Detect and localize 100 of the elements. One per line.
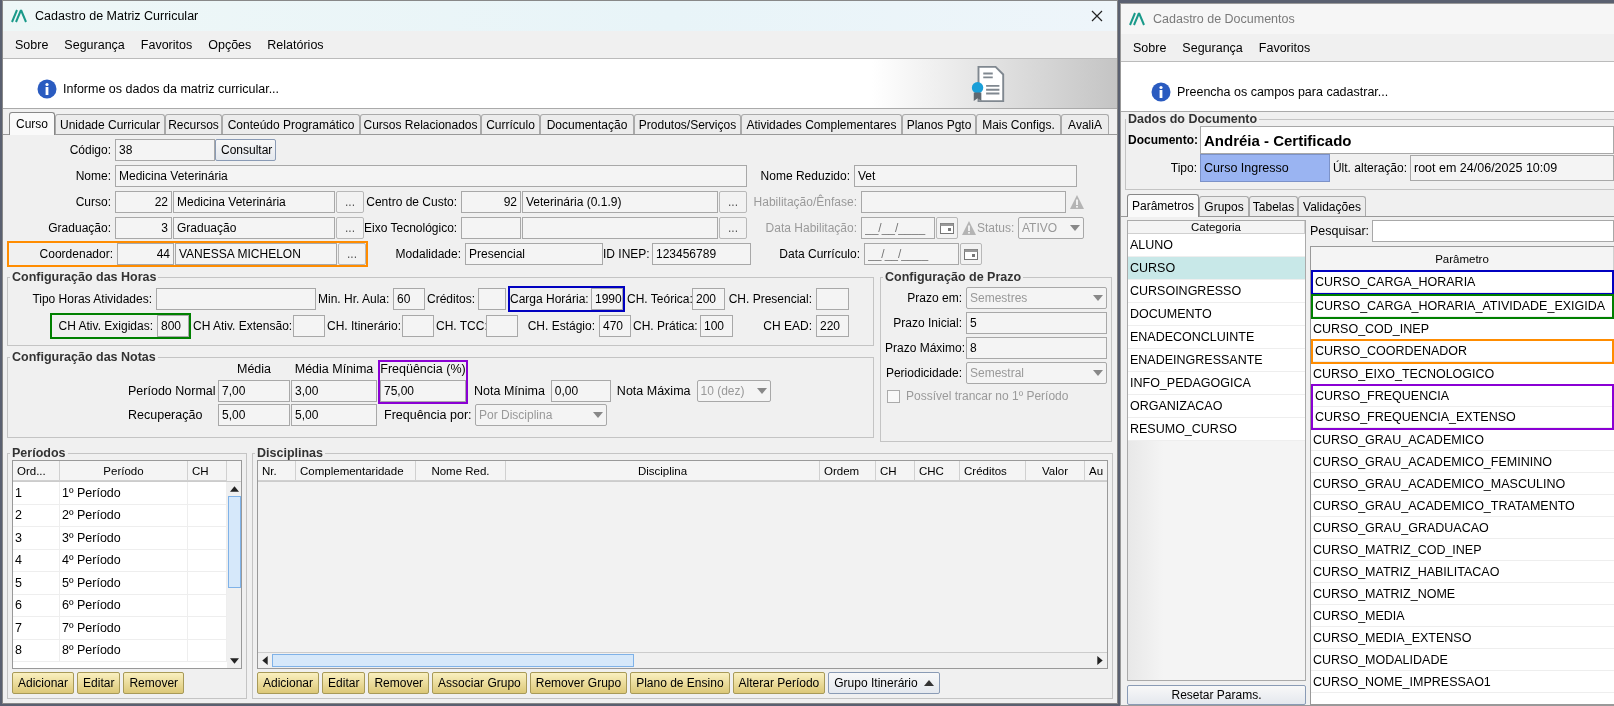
action-button[interactable]: Editar (77, 672, 121, 694)
action-button[interactable]: Editar (322, 672, 366, 694)
number-field[interactable]: 7,00 (218, 380, 290, 402)
search-field[interactable] (1372, 220, 1614, 242)
tab[interactable]: Documentação (540, 114, 634, 134)
tab[interactable]: Cursos Relacionados (360, 114, 481, 134)
lookup-button[interactable]: ... (336, 217, 364, 239)
scroll-left-icon[interactable] (262, 656, 268, 665)
tab[interactable]: Currículo (481, 114, 540, 134)
action-button[interactable]: Plano de Ensino (630, 672, 730, 694)
calendar-button[interactable] (960, 243, 982, 265)
menu-item[interactable]: Opções (208, 37, 252, 52)
list-item[interactable]: ENADEINGRESSANTE (1128, 349, 1305, 372)
column-header[interactable]: CHC (915, 461, 960, 481)
tab[interactable]: Atividades Complementares (741, 114, 902, 134)
text-field[interactable]: Graduação (173, 217, 335, 239)
list-item[interactable]: ORGANIZACAO (1128, 395, 1305, 418)
tab[interactable]: Recursos (165, 114, 222, 134)
number-field[interactable] (293, 315, 325, 337)
code-field[interactable]: 92 (461, 191, 521, 213)
column-header[interactable]: Complementaridade (296, 461, 416, 481)
scroll-up-icon[interactable] (229, 486, 239, 492)
tab[interactable]: AvaliA (1061, 114, 1109, 134)
number-field[interactable] (156, 288, 316, 310)
number-field[interactable]: 800 (157, 315, 189, 337)
number-field[interactable]: 5,00 (291, 404, 377, 426)
list-item[interactable]: INFO_PEDAGOGICA (1128, 372, 1305, 395)
lookup-button[interactable]: ... (719, 191, 747, 213)
action-button[interactable]: Adicionar (257, 672, 320, 694)
menu-item[interactable]: Segurança (1182, 40, 1243, 55)
text-field[interactable]: Veterinária (0.1.9) (522, 191, 718, 213)
number-field[interactable]: 200 (692, 288, 725, 310)
number-field[interactable]: 75,00 (380, 380, 466, 402)
tab[interactable]: Mais Configs. (976, 114, 1061, 134)
code-field[interactable] (461, 217, 521, 239)
number-field[interactable] (486, 315, 518, 337)
lookup-button[interactable]: ... (719, 217, 747, 239)
column-header[interactable]: Disciplina (506, 461, 820, 481)
lookup-button[interactable]: ... (336, 191, 364, 213)
number-field[interactable]: 60 (393, 288, 425, 310)
menu-item[interactable]: Segurança (64, 37, 125, 52)
column-header[interactable]: Créditos (960, 461, 1026, 481)
tab[interactable]: Unidade Curricular (55, 114, 165, 134)
action-button[interactable]: Associar Grupo (432, 672, 527, 694)
list-item[interactable]: ENADECONCLUINTE (1128, 326, 1305, 349)
lookup-button[interactable]: ... (338, 243, 366, 265)
number-field[interactable] (402, 315, 434, 337)
action-button[interactable]: Alterar Período (732, 672, 826, 694)
code-field[interactable]: 3 (115, 217, 172, 239)
column-header[interactable]: Nome Red. (416, 461, 506, 481)
text-field[interactable]: root em 24/06/2025 10:09 (1410, 155, 1614, 181)
dropdown-button[interactable]: Grupo Itinerário (828, 672, 940, 694)
column-header[interactable]: Valor (1026, 461, 1085, 481)
menu-item[interactable]: Favoritos (1258, 40, 1311, 55)
text-field[interactable]: 123456789 (652, 243, 751, 265)
action-button[interactable]: Adicionar (12, 672, 75, 694)
column-header[interactable]: Categoria (1128, 221, 1305, 234)
number-field[interactable]: 8 (966, 336, 1107, 359)
list-item[interactable]: CURSOINGRESSO (1128, 280, 1305, 303)
tab[interactable]: Conteúdo Programático (222, 114, 360, 134)
list-item[interactable]: DOCUMENTO (1128, 303, 1305, 326)
tab[interactable]: Produtos/Serviços (634, 114, 741, 134)
list-item[interactable]: ALUNO (1128, 234, 1305, 257)
tab[interactable]: Planos Pgto (902, 114, 976, 134)
scrollbar[interactable] (227, 482, 241, 668)
text-field[interactable]: Presencial (465, 243, 603, 265)
column-header[interactable]: Período (60, 461, 188, 481)
number-field[interactable]: 3,00 (291, 380, 377, 402)
list-item[interactable]: CURSO (1128, 257, 1305, 280)
calendar-button[interactable] (936, 217, 958, 239)
tab[interactable]: Curso (9, 112, 55, 135)
text-field[interactable]: Andréia - Certificado (1200, 126, 1614, 154)
menu-item[interactable]: Favoritos (140, 37, 193, 52)
tab[interactable]: Parâmetros (1127, 194, 1199, 217)
reset-button[interactable]: Resetar Params. (1127, 685, 1306, 705)
number-field[interactable]: 1990 (591, 288, 623, 310)
code-field[interactable]: 44 (117, 243, 174, 265)
scrollbar[interactable] (258, 652, 1107, 668)
tab[interactable]: Tabelas (1249, 196, 1298, 216)
text-field[interactable]: Vet (854, 165, 1077, 187)
code-field[interactable]: 22 (115, 191, 172, 213)
action-button[interactable]: Remover (368, 672, 430, 694)
text-field[interactable]: Curso Ingresso (1200, 154, 1330, 182)
tab[interactable]: Validações (1298, 196, 1366, 216)
text-field[interactable]: 38 (115, 139, 215, 161)
column-header[interactable]: Ordem (820, 461, 876, 481)
text-field[interactable] (522, 217, 718, 239)
scroll-down-icon[interactable] (229, 658, 239, 664)
menu-item[interactable]: Sobre (1133, 40, 1167, 55)
action-button[interactable]: Remover (123, 672, 185, 694)
number-field[interactable]: 5,00 (218, 404, 290, 426)
menu-item[interactable]: Sobre (15, 37, 49, 52)
number-field[interactable] (478, 288, 506, 310)
number-field[interactable]: 470 (599, 315, 631, 337)
text-field[interactable]: Medicina Veterinária (115, 165, 747, 187)
number-field[interactable]: 0,00 (550, 380, 611, 402)
action-button[interactable]: Remover Grupo (529, 672, 628, 694)
number-field[interactable]: 100 (700, 315, 733, 337)
date-field[interactable]: __/__/____ (864, 243, 959, 265)
column-header[interactable]: Parâmetro (1311, 247, 1614, 271)
